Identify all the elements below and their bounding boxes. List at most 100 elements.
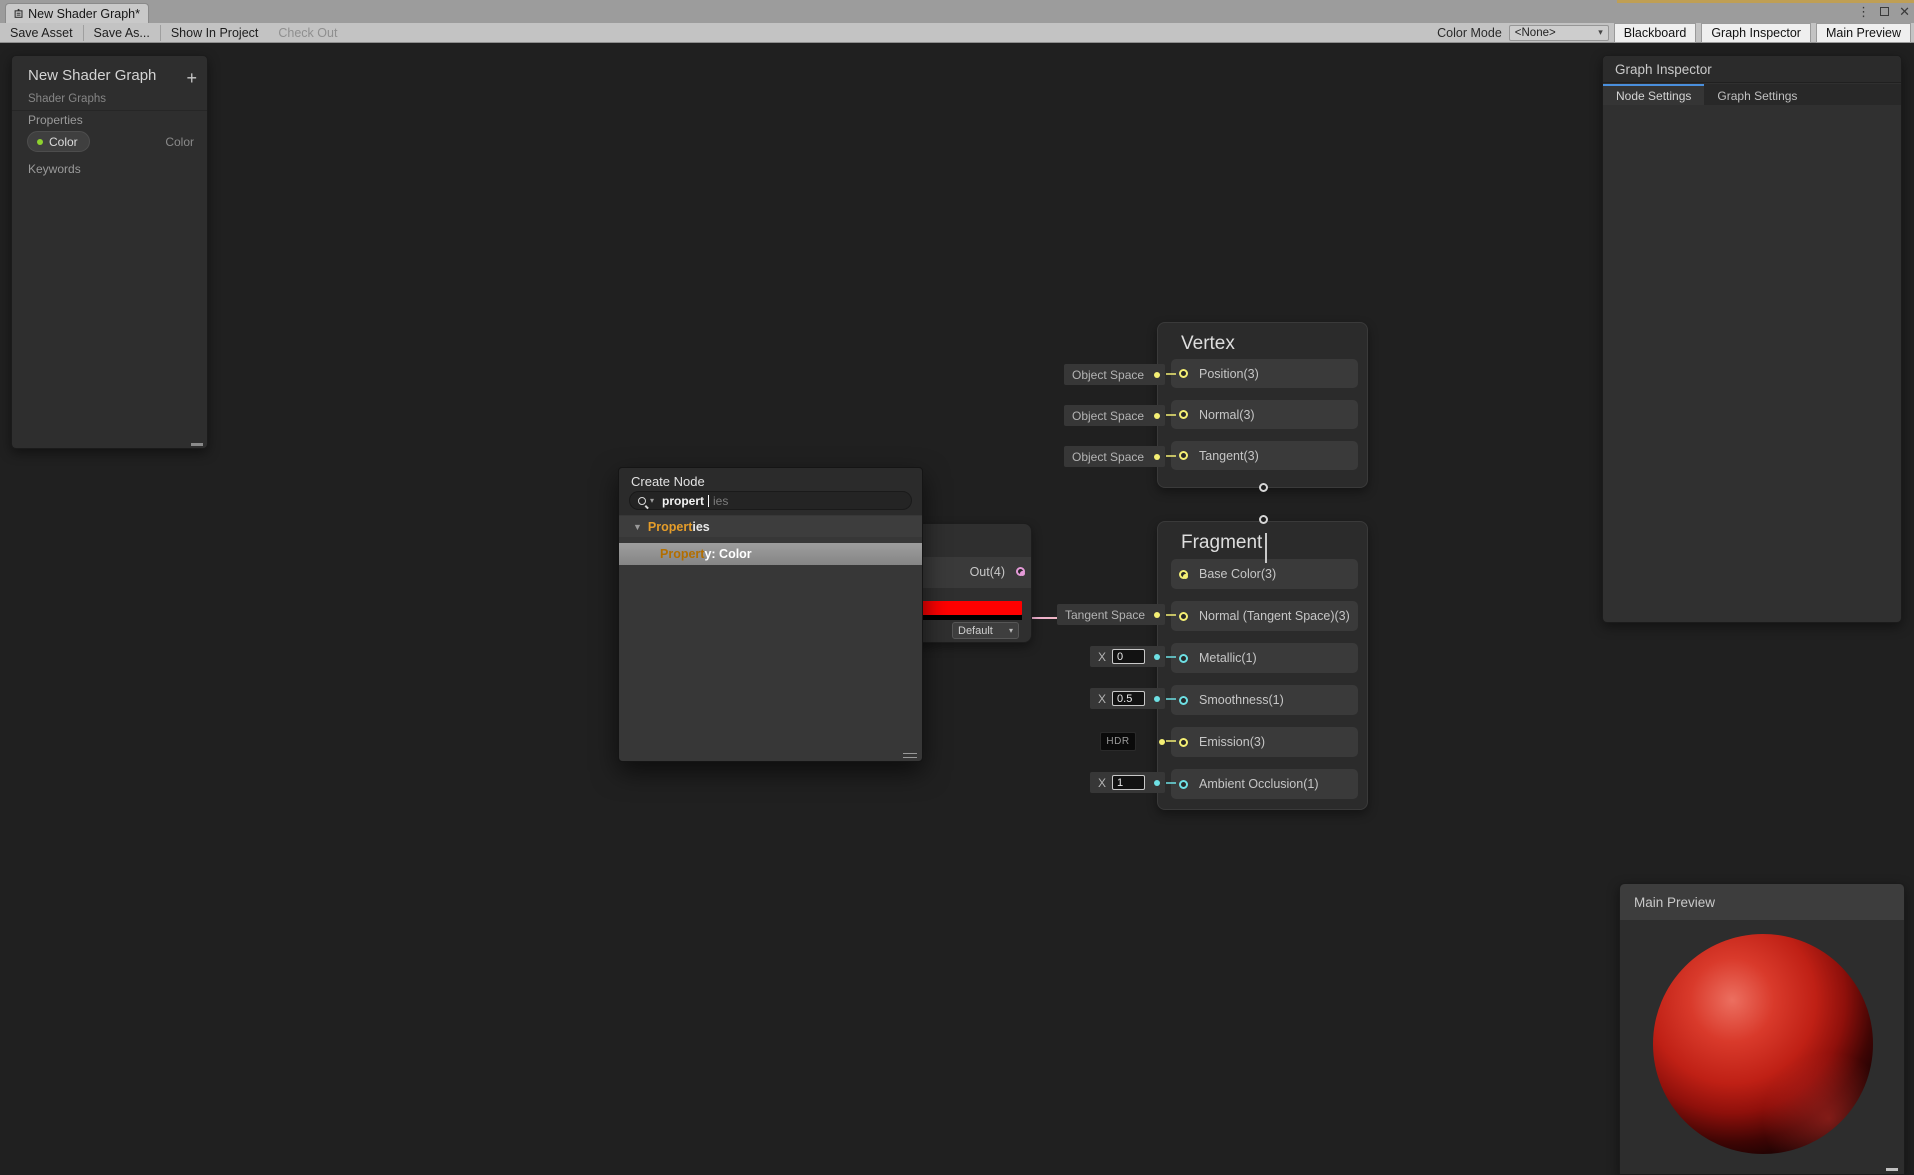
node-search-field[interactable]: ▾ propert ies bbox=[629, 491, 912, 510]
port-dot-icon bbox=[1154, 695, 1160, 702]
ambient-occlusion-value-input[interactable]: 1 bbox=[1112, 775, 1146, 790]
base-color-port[interactable] bbox=[1179, 569, 1188, 579]
hdr-color-button[interactable]: HDR bbox=[1100, 732, 1136, 751]
add-property-button[interactable]: + bbox=[186, 69, 197, 87]
dash-connector bbox=[1166, 740, 1176, 742]
preview-sphere[interactable] bbox=[1653, 934, 1873, 1154]
fragment-node-title: Fragment bbox=[1181, 532, 1263, 553]
popup-resize-handle[interactable] bbox=[903, 753, 917, 758]
collapse-triangle-icon: ▼ bbox=[633, 521, 642, 532]
position-port[interactable] bbox=[1179, 369, 1188, 378]
normal-ts-port[interactable] bbox=[1179, 611, 1188, 621]
vertex-node-title: Vertex bbox=[1181, 333, 1235, 354]
create-node-popup: Create Node ▾ propert ies ▼ Properties P… bbox=[618, 467, 923, 762]
space-label: Object Space bbox=[1072, 449, 1145, 464]
space-dropdown-tangent[interactable]: Object Space bbox=[1064, 446, 1165, 467]
slot-smoothness: Smoothness(1) bbox=[1171, 685, 1358, 715]
graph-inspector-header: Graph Inspector bbox=[1603, 56, 1901, 83]
exposed-dot-icon bbox=[37, 138, 43, 145]
axis-label: X bbox=[1098, 775, 1107, 790]
space-dropdown-position[interactable]: Object Space bbox=[1064, 364, 1165, 385]
dash-connector bbox=[1166, 656, 1176, 658]
properties-section-label: Properties bbox=[28, 113, 83, 127]
port-dot-icon bbox=[1159, 738, 1165, 745]
out-port[interactable] bbox=[1016, 567, 1025, 576]
ambient-occlusion-value-chip: X 1 bbox=[1090, 772, 1165, 793]
default-dropdown-value: Default bbox=[958, 624, 993, 637]
metallic-port[interactable] bbox=[1179, 653, 1188, 663]
divider bbox=[12, 110, 207, 111]
color-mode-label: Color Mode bbox=[1437, 25, 1502, 40]
search-query-text: propert bbox=[662, 493, 705, 508]
smoothness-value-chip: X 0.5 bbox=[1090, 688, 1165, 709]
window-close-icon[interactable]: ✕ bbox=[1899, 5, 1910, 18]
preview-resize-handle[interactable] bbox=[1886, 1168, 1898, 1171]
chevron-down-icon: ▾ bbox=[1008, 626, 1013, 635]
space-dropdown-normal[interactable]: Object Space bbox=[1064, 405, 1165, 426]
dash-connector bbox=[1166, 614, 1176, 616]
result-rest-text: y: Color bbox=[704, 547, 752, 561]
blackboard-toggle-button[interactable]: Blackboard bbox=[1613, 22, 1697, 43]
graph-inspector-title: Graph Inspector bbox=[1615, 61, 1712, 77]
slot-tangent: Tangent(3) bbox=[1171, 441, 1358, 470]
category-rest-text: ies bbox=[692, 519, 710, 534]
normal-port[interactable] bbox=[1179, 410, 1188, 419]
slot-label: Position(3) bbox=[1199, 366, 1259, 381]
document-tab[interactable]: New Shader Graph* bbox=[5, 3, 149, 23]
vertex-fragment-link bbox=[1265, 533, 1267, 563]
slot-label: Ambient Occlusion(1) bbox=[1199, 777, 1319, 791]
color-mode-value: <None> bbox=[1514, 26, 1556, 39]
property-type-label: Color bbox=[165, 135, 194, 149]
window-maximize-icon[interactable] bbox=[1880, 7, 1890, 16]
space-label: Object Space bbox=[1072, 408, 1145, 423]
blackboard-title: New Shader Graph bbox=[28, 67, 157, 84]
main-preview-title: Main Preview bbox=[1634, 894, 1716, 910]
graph-inspector-toggle-button[interactable]: Graph Inspector bbox=[1701, 22, 1811, 43]
slot-metallic: Metallic(1) bbox=[1171, 643, 1358, 673]
ambient-occlusion-port[interactable] bbox=[1179, 779, 1188, 789]
chevron-down-icon: ▾ bbox=[1598, 27, 1603, 37]
color-mode-default-dropdown[interactable]: Default ▾ bbox=[952, 622, 1019, 639]
show-in-project-button[interactable]: Show In Project bbox=[161, 23, 269, 42]
tab-title: New Shader Graph* bbox=[28, 6, 140, 21]
category-row-properties[interactable]: ▼ Properties bbox=[619, 516, 922, 537]
vertex-node[interactable]: Vertex Position(3) Normal(3) Tangent(3) bbox=[1157, 322, 1368, 488]
space-dropdown-tangent-space[interactable]: Tangent Space bbox=[1057, 604, 1165, 625]
main-preview-panel: Main Preview bbox=[1619, 883, 1905, 1175]
metallic-value-input[interactable]: 0 bbox=[1112, 649, 1146, 664]
inspector-tab-bar: Node Settings Graph Settings bbox=[1603, 84, 1901, 105]
space-label: Tangent Space bbox=[1065, 607, 1146, 622]
vertex-out-connector[interactable] bbox=[1259, 483, 1268, 492]
port-dot-icon bbox=[1154, 779, 1160, 786]
tab-graph-settings[interactable]: Graph Settings bbox=[1704, 84, 1810, 105]
slot-position: Position(3) bbox=[1171, 359, 1358, 388]
graph-canvas[interactable]: New Shader Graph + Shader Graphs Propert… bbox=[0, 43, 1914, 1175]
blackboard-subtitle: Shader Graphs bbox=[28, 93, 106, 105]
dash-connector bbox=[1166, 455, 1176, 457]
save-as-button[interactable]: Save As... bbox=[84, 23, 160, 42]
fragment-node[interactable]: Fragment Base Color(3) Normal (Tangent S… bbox=[1157, 521, 1368, 810]
search-options-chevron-icon[interactable]: ▾ bbox=[650, 496, 654, 505]
slot-emission: Emission(3) bbox=[1171, 727, 1358, 757]
save-asset-button[interactable]: Save Asset bbox=[0, 23, 83, 42]
color-property-pill[interactable]: Color bbox=[27, 131, 90, 152]
smoothness-port[interactable] bbox=[1179, 695, 1188, 705]
axis-label: X bbox=[1098, 691, 1107, 706]
slot-base-color: Base Color(3) bbox=[1171, 559, 1358, 589]
result-row-property-color[interactable]: Property: Color bbox=[619, 543, 922, 565]
window-menu-icon[interactable]: ⋮ bbox=[1857, 5, 1870, 18]
tangent-port[interactable] bbox=[1179, 451, 1188, 460]
fragment-in-connector[interactable] bbox=[1259, 515, 1268, 524]
slot-label: Normal(3) bbox=[1199, 407, 1255, 422]
slot-normal-ts: Normal (Tangent Space)(3) bbox=[1171, 601, 1358, 631]
color-mode-dropdown[interactable]: <None> ▾ bbox=[1508, 24, 1609, 41]
blackboard-resize-handle[interactable] bbox=[191, 443, 203, 446]
tab-node-settings[interactable]: Node Settings bbox=[1603, 84, 1705, 105]
emission-port[interactable] bbox=[1179, 737, 1188, 747]
smoothness-value-input[interactable]: 0.5 bbox=[1112, 691, 1146, 706]
port-dot-icon bbox=[1154, 453, 1160, 460]
slot-label: Base Color(3) bbox=[1199, 567, 1277, 581]
blackboard-panel: New Shader Graph + Shader Graphs Propert… bbox=[11, 55, 208, 449]
main-preview-toggle-button[interactable]: Main Preview bbox=[1815, 22, 1911, 43]
text-caret bbox=[708, 494, 710, 507]
